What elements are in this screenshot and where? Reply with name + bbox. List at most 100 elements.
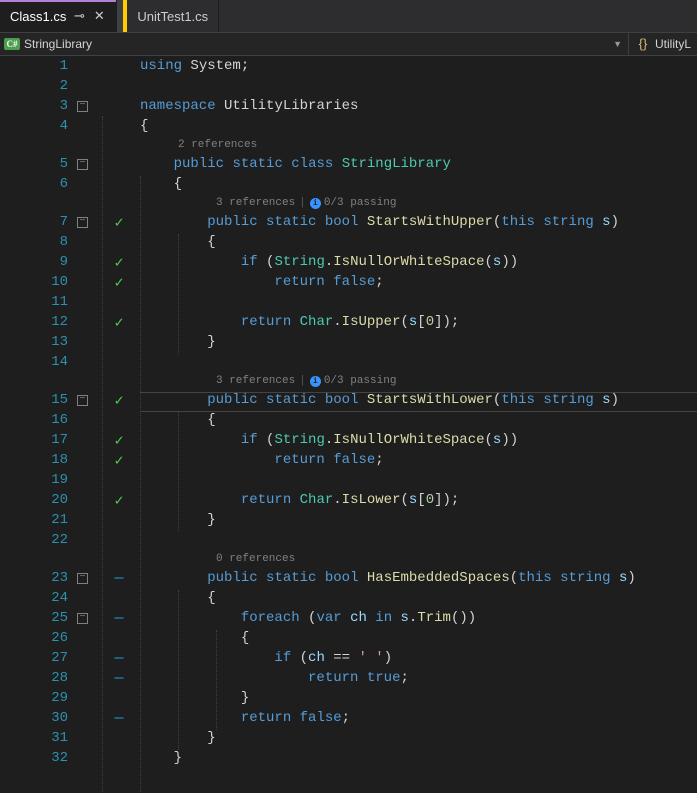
line-number: 8: [60, 234, 68, 250]
code-line: return false;: [140, 450, 697, 470]
breadcrumb-bar: C# StringLibrary ▼ {} UtilityL: [0, 32, 697, 56]
no-coverage-icon: —: [110, 710, 128, 727]
test-pass-icon: ✓: [110, 391, 128, 410]
line-number: 17: [51, 432, 68, 448]
test-pass-icon: ✓: [110, 253, 128, 272]
codelens[interactable]: 2 references: [140, 136, 697, 154]
code-editor[interactable]: 1 2 3− 4 5− 6 7−✓ 8 9✓ 10✓ 11 12✓ 13 14 …: [0, 56, 697, 793]
code-line: {: [140, 116, 697, 136]
tab-class1[interactable]: Class1.cs ⊸ ✕: [0, 0, 117, 32]
line-number: 2: [60, 78, 68, 94]
line-number: 28: [51, 670, 68, 686]
code-area[interactable]: using System; namespace UtilityLibraries…: [140, 56, 697, 793]
line-number: 30: [51, 710, 68, 726]
code-line: return true;: [140, 668, 697, 688]
codelens[interactable]: 3 references|i0/3 passing: [140, 194, 697, 212]
fold-icon[interactable]: −: [77, 159, 88, 170]
code-line: if (ch == ' '): [140, 648, 697, 668]
no-coverage-icon: —: [110, 650, 128, 667]
breadcrumb-project[interactable]: C# StringLibrary ▼: [0, 33, 629, 55]
no-coverage-icon: —: [110, 610, 128, 627]
code-line: {: [140, 628, 697, 648]
code-line: {: [140, 174, 697, 194]
no-coverage-icon: —: [110, 670, 128, 687]
code-line: }: [140, 688, 697, 708]
csharp-icon: C#: [4, 37, 20, 51]
line-number: 11: [51, 294, 68, 310]
code-line: [140, 530, 697, 550]
no-coverage-icon: —: [110, 570, 128, 587]
fold-icon[interactable]: −: [77, 613, 88, 624]
code-line: }: [140, 510, 697, 530]
fold-icon[interactable]: −: [77, 101, 88, 112]
tab-unittest1[interactable]: UnitTest1.cs: [127, 0, 219, 32]
code-line: return Char.IsUpper(s[0]);: [140, 312, 697, 332]
line-number: 22: [51, 532, 68, 548]
test-pass-icon: ✓: [110, 213, 128, 232]
line-number: 5: [60, 156, 68, 172]
line-number: 4: [60, 118, 68, 134]
code-line: namespace UtilityLibraries: [140, 96, 697, 116]
test-pass-icon: ✓: [110, 431, 128, 450]
line-number: 25: [51, 610, 68, 626]
code-line: {: [140, 232, 697, 252]
svg-text:C#: C#: [7, 39, 18, 49]
line-number: 26: [51, 630, 68, 646]
line-number: 32: [51, 750, 68, 766]
line-number: 21: [51, 512, 68, 528]
test-pass-icon: ✓: [110, 491, 128, 510]
line-number: 3: [60, 98, 68, 114]
gutter: 1 2 3− 4 5− 6 7−✓ 8 9✓ 10✓ 11 12✓ 13 14 …: [0, 56, 140, 793]
code-line: }: [140, 332, 697, 352]
fold-icon[interactable]: −: [77, 395, 88, 406]
line-number: 13: [51, 334, 68, 350]
close-icon[interactable]: ✕: [92, 8, 106, 24]
breadcrumb-namespace[interactable]: {} UtilityL: [629, 33, 697, 55]
code-line: return false;: [140, 708, 697, 728]
namespace-icon: {}: [635, 37, 651, 51]
line-number: 18: [51, 452, 68, 468]
code-line: public static class StringLibrary: [140, 154, 697, 174]
code-line: public static bool StartsWithLower(this …: [140, 390, 697, 410]
line-number: 7: [60, 214, 68, 230]
line-number: 29: [51, 690, 68, 706]
line-number: 14: [51, 354, 68, 370]
chevron-down-icon: ▼: [613, 39, 622, 49]
line-number: 24: [51, 590, 68, 606]
code-line: [140, 76, 697, 96]
line-number: 27: [51, 650, 68, 666]
test-pass-icon: ✓: [110, 313, 128, 332]
code-line: }: [140, 728, 697, 748]
test-pass-icon: ✓: [110, 273, 128, 292]
breadcrumb-namespace-label: UtilityL: [655, 37, 691, 51]
test-pass-icon: ✓: [110, 451, 128, 470]
info-icon: i: [310, 376, 321, 387]
code-line: return false;: [140, 272, 697, 292]
tab-label: UnitTest1.cs: [137, 9, 208, 24]
tab-label: Class1.cs: [10, 9, 66, 24]
code-line: [140, 470, 697, 490]
svg-text:{}: {}: [639, 37, 648, 51]
line-number: 10: [51, 274, 68, 290]
codelens[interactable]: 3 references|i0/3 passing: [140, 372, 697, 390]
line-number: 12: [51, 314, 68, 330]
line-number: 1: [60, 58, 68, 74]
line-number: 9: [60, 254, 68, 270]
line-number: 31: [51, 730, 68, 746]
pin-icon[interactable]: ⊸: [72, 8, 86, 24]
code-line: {: [140, 588, 697, 608]
line-number: 16: [51, 412, 68, 428]
line-number: 23: [51, 570, 68, 586]
code-line: if (String.IsNullOrWhiteSpace(s)): [140, 430, 697, 450]
code-line: public static bool HasEmbeddedSpaces(thi…: [140, 568, 697, 588]
breadcrumb-project-label: StringLibrary: [24, 37, 92, 51]
info-icon: i: [310, 198, 321, 209]
codelens[interactable]: 0 references: [140, 550, 697, 568]
code-line: }: [140, 748, 697, 768]
fold-icon[interactable]: −: [77, 217, 88, 228]
fold-icon[interactable]: −: [77, 573, 88, 584]
code-line: if (String.IsNullOrWhiteSpace(s)): [140, 252, 697, 272]
line-number: 15: [51, 392, 68, 408]
tab-bar: Class1.cs ⊸ ✕ UnitTest1.cs: [0, 0, 697, 32]
code-line: {: [140, 410, 697, 430]
